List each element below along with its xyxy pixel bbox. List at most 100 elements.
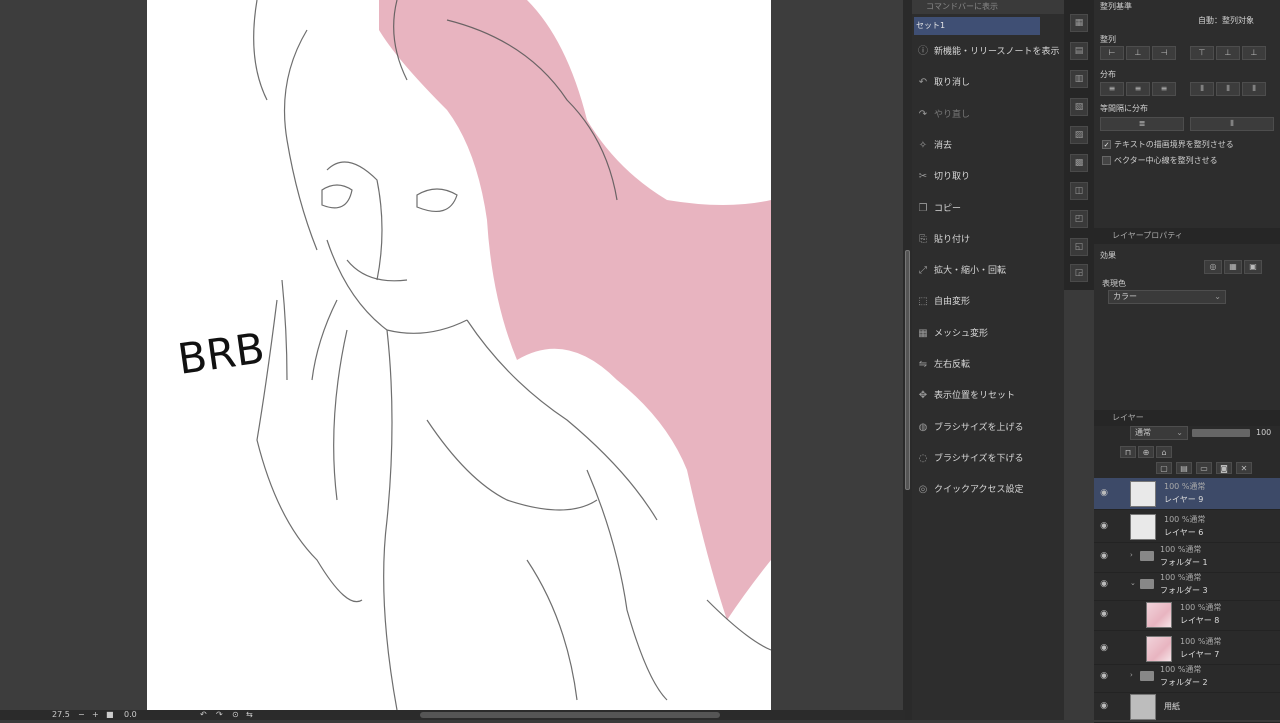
distribute-right-button[interactable]: ⫴ — [1242, 82, 1266, 96]
reset-rotation-icon[interactable]: ⊙ — [232, 710, 239, 720]
clip-layer-icon[interactable]: ⊓ — [1120, 446, 1136, 458]
command-item[interactable]: ⬚ 自由変形 — [916, 290, 1062, 314]
align-center-button[interactable]: ⊥ — [1126, 46, 1150, 60]
zoom-in-icon[interactable]: + — [92, 710, 99, 720]
text-bounds-checkbox[interactable]: ✓ — [1102, 140, 1111, 149]
command-item[interactable]: ◎ クイックアクセス設定 — [916, 478, 1062, 502]
distribute-bottom-button[interactable]: ≡ — [1152, 82, 1176, 96]
distribute-left-button[interactable]: ⫴ — [1190, 82, 1214, 96]
opacity-value[interactable]: 100 — [1256, 428, 1271, 437]
panel-toggle-icon[interactable]: ◱ — [1070, 238, 1088, 256]
equal-spacing-horizontal-button[interactable]: ⦀ — [1190, 117, 1274, 131]
visibility-eye-icon[interactable]: ◉ — [1098, 551, 1110, 561]
layer-row[interactable]: ◉ 用紙 — [1094, 691, 1280, 723]
vector-center-checkbox[interactable] — [1102, 156, 1111, 165]
panel-toggle-icon[interactable]: ▥ — [1070, 70, 1088, 88]
layer-name[interactable]: 用紙 — [1164, 701, 1180, 712]
command-item[interactable]: ⓘ 新機能・リリースノートを表示 — [916, 40, 1062, 64]
panel-toggle-icon[interactable]: ▩ — [1070, 154, 1088, 172]
layer-name[interactable]: レイヤー 6 — [1164, 527, 1203, 538]
command-item[interactable]: ↷ やり直し — [916, 103, 1062, 127]
layer-name[interactable]: レイヤー 7 — [1180, 649, 1219, 660]
visibility-eye-icon[interactable]: ◉ — [1098, 671, 1110, 681]
command-item-label: 表示位置をリセット — [934, 391, 1016, 402]
command-item[interactable]: ◌ ブラシサイズを下げる — [916, 447, 1062, 471]
expression-color-select[interactable]: カラー ⌄ — [1108, 290, 1226, 304]
command-item[interactable]: ❐ コピー — [916, 197, 1062, 221]
command-item[interactable]: ✥ 表示位置をリセット — [916, 384, 1062, 408]
chevron-right-icon[interactable]: › — [1130, 551, 1133, 559]
command-item-label: 貼り付け — [934, 234, 971, 245]
canvas-horizontal-scrollbar[interactable] — [420, 712, 720, 718]
command-item[interactable]: ⤢ 拡大・縮小・回転 — [916, 259, 1062, 283]
effect-border-icon[interactable]: ◎ — [1204, 260, 1222, 274]
command-item[interactable]: ◍ ブラシサイズを上げる — [916, 416, 1062, 440]
new-folder-icon[interactable]: ▭ — [1196, 462, 1212, 474]
zoom-value[interactable]: 27.5 — [52, 710, 70, 720]
layer-row[interactable]: ◉ 100 %通常 レイヤー 6 — [1094, 511, 1280, 543]
panel-toggle-icon[interactable]: ▦ — [1070, 14, 1088, 32]
layer-name[interactable]: フォルダー 2 — [1160, 677, 1208, 688]
visibility-eye-icon[interactable]: ◉ — [1098, 609, 1110, 619]
command-item[interactable]: ✂ 切り取り — [916, 165, 1062, 189]
visibility-eye-icon[interactable]: ◉ — [1098, 643, 1110, 653]
command-item[interactable]: ⎘ 貼り付け — [916, 228, 1062, 252]
effect-tone-icon[interactable]: ▦ — [1224, 260, 1242, 274]
visibility-eye-icon[interactable]: ◉ — [1098, 701, 1110, 711]
delete-layer-icon[interactable]: ✕ — [1236, 462, 1252, 474]
panel-toggle-icon[interactable]: ▤ — [1070, 42, 1088, 60]
layer-property-title[interactable]: レイヤープロパティ — [1094, 228, 1280, 244]
drawing-canvas[interactable]: BRB — [147, 0, 771, 710]
distribute-center-button[interactable]: ⫴ — [1216, 82, 1240, 96]
layer-name[interactable]: フォルダー 3 — [1160, 585, 1208, 596]
zoom-fit-icon[interactable]: ■ — [106, 710, 114, 720]
rotate-left-icon[interactable]: ↶ — [200, 710, 207, 720]
reference-layer-icon[interactable]: ⊕ — [1138, 446, 1154, 458]
flip-horizontal-icon[interactable]: ⇆ — [246, 710, 253, 720]
panel-toggle-icon[interactable]: ▧ — [1070, 98, 1088, 116]
align-top-button[interactable]: ⊤ — [1190, 46, 1214, 60]
visibility-eye-icon[interactable]: ◉ — [1098, 579, 1110, 589]
visibility-eye-icon[interactable]: ◉ — [1098, 488, 1110, 498]
command-item-label: 拡大・縮小・回転 — [934, 266, 1007, 277]
rotate-right-icon[interactable]: ↷ — [216, 710, 223, 720]
align-bottom-button[interactable]: ⊥ — [1242, 46, 1266, 60]
distribute-middle-button[interactable]: ≡ — [1126, 82, 1150, 96]
blend-mode-select[interactable]: 通常 ⌄ — [1130, 426, 1188, 440]
zoom-out-icon[interactable]: − — [78, 710, 85, 720]
command-item-label: クイックアクセス設定 — [934, 485, 1024, 496]
lock-icon[interactable]: ⌂ — [1156, 446, 1172, 458]
panel-toggle-icon[interactable]: ◲ — [1070, 264, 1088, 282]
layer-folder-row[interactable]: ◉ ⌄ 100 %通常 フォルダー 3 — [1094, 569, 1280, 601]
distribute-top-button[interactable]: ≡ — [1100, 82, 1124, 96]
angle-value[interactable]: 0.0 — [124, 710, 137, 720]
layer-row[interactable]: ◉ 100 %通常 レイヤー 9 — [1094, 478, 1280, 510]
panel-toggle-icon[interactable]: ▨ — [1070, 126, 1088, 144]
chevron-down-icon[interactable]: ⌄ — [1130, 579, 1136, 587]
align-right-button[interactable]: ⊣ — [1152, 46, 1176, 60]
panel-toggle-icon[interactable]: ◫ — [1070, 182, 1088, 200]
align-middle-button[interactable]: ⊥ — [1216, 46, 1240, 60]
command-item[interactable]: ⇋ 左右反転 — [916, 353, 1062, 377]
layer-folder-row[interactable]: ◉ › 100 %通常 フォルダー 2 — [1094, 661, 1280, 693]
new-layer-icon[interactable]: ▢ — [1156, 462, 1172, 474]
layer-name[interactable]: フォルダー 1 — [1160, 557, 1208, 568]
mask-icon[interactable]: ◙ — [1216, 462, 1232, 474]
layer-name[interactable]: レイヤー 9 — [1164, 494, 1203, 505]
command-item[interactable]: ↶ 取り消し — [916, 71, 1062, 95]
chevron-right-icon[interactable]: › — [1130, 671, 1133, 679]
layer-row[interactable]: ◉ 100 %通常 レイヤー 8 — [1094, 599, 1280, 631]
effect-color-icon[interactable]: ▣ — [1244, 260, 1262, 274]
command-item[interactable]: ✧ 消去 — [916, 134, 1062, 158]
command-set-tab[interactable]: セット1 — [914, 17, 1040, 35]
opacity-slider[interactable] — [1192, 429, 1250, 437]
panel-toggle-icon[interactable]: ◰ — [1070, 210, 1088, 228]
layer-panel-title[interactable]: レイヤー — [1094, 410, 1280, 426]
canvas-vertical-scrollbar[interactable] — [903, 0, 912, 720]
layer-name[interactable]: レイヤー 8 — [1180, 615, 1219, 626]
align-left-button[interactable]: ⊢ — [1100, 46, 1124, 60]
new-vector-layer-icon[interactable]: ▤ — [1176, 462, 1192, 474]
equal-spacing-vertical-button[interactable]: ≣ — [1100, 117, 1184, 131]
command-item[interactable]: ▦ メッシュ変形 — [916, 322, 1062, 346]
visibility-eye-icon[interactable]: ◉ — [1098, 521, 1110, 531]
